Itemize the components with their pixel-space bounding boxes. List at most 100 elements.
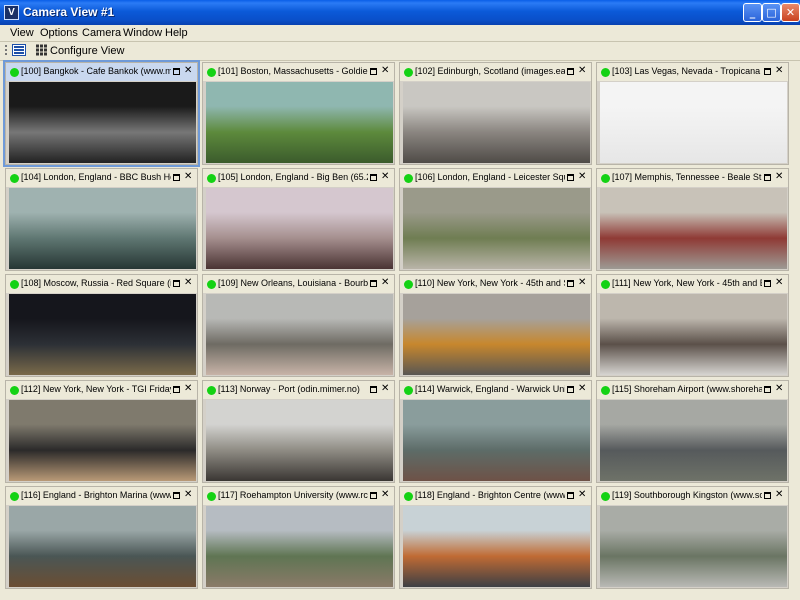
camera-cell[interactable]: [110] New York, New York - 45th and S ✕ [399,274,592,377]
camera-cell[interactable]: [116] England - Brighton Marina (www ✕ [5,486,198,589]
close-camera-icon[interactable]: ✕ [184,489,192,500]
restore-icon[interactable] [370,386,377,393]
close-camera-icon[interactable]: ✕ [381,277,389,288]
maximize-button[interactable]: □ [762,3,781,22]
menu-camera[interactable]: Camera [82,27,121,39]
camera-header[interactable]: [101] Boston, Massachusetts - Goldie G ✕ [203,63,394,81]
camera-header[interactable]: [112] New York, New York - TGI Friday ✕ [6,381,197,399]
title-bar[interactable]: V Camera View #1 _ □ ✕ [0,0,800,25]
camera-feed[interactable] [206,188,393,269]
camera-cell[interactable]: [112] New York, New York - TGI Friday ✕ [5,380,198,483]
close-camera-icon[interactable]: ✕ [578,65,586,76]
minimize-button[interactable]: _ [743,3,762,22]
menu-view[interactable]: View [10,27,34,39]
camera-header[interactable]: [119] Southborough Kingston (www.sc ✕ [597,487,788,505]
camera-header[interactable]: [114] Warwick, England - Warwick Univ ✕ [400,381,591,399]
restore-icon[interactable] [567,386,574,393]
camera-cell[interactable]: [108] Moscow, Russia - Red Square (ir ✕ [5,274,198,377]
camera-feed[interactable] [9,188,196,269]
camera-header[interactable]: [108] Moscow, Russia - Red Square (ir ✕ [6,275,197,293]
restore-icon[interactable] [173,174,180,181]
camera-feed[interactable] [9,506,196,587]
restore-icon[interactable] [567,174,574,181]
camera-feed[interactable] [403,188,590,269]
close-camera-icon[interactable]: ✕ [775,277,783,288]
camera-cell[interactable]: [107] Memphis, Tennessee - Beale Stre ✕ [596,168,789,271]
camera-feed[interactable] [206,506,393,587]
restore-icon[interactable] [173,280,180,287]
camera-header[interactable]: [117] Roehampton University (www.rc ✕ [203,487,394,505]
camera-feed[interactable] [403,400,590,481]
close-camera-icon[interactable]: ✕ [184,171,192,182]
camera-cell[interactable]: [118] England - Brighton Centre (www ✕ [399,486,592,589]
restore-icon[interactable] [567,492,574,499]
camera-feed[interactable] [9,400,196,481]
camera-feed[interactable] [600,506,787,587]
camera-cell[interactable]: [109] New Orleans, Louisiana - Bourbor ✕ [202,274,395,377]
grid-icon[interactable] [36,44,47,56]
camera-feed[interactable] [206,82,393,163]
restore-icon[interactable] [764,280,771,287]
camera-header[interactable]: [107] Memphis, Tennessee - Beale Stre ✕ [597,169,788,187]
camera-cell[interactable]: [100] Bangkok - Cafe Bankok (www.m ✕ [3,60,200,167]
camera-feed[interactable] [600,294,787,375]
camera-feed[interactable] [9,294,196,375]
camera-cell[interactable]: [111] New York, New York - 45th and B ✕ [596,274,789,377]
close-camera-icon[interactable]: ✕ [381,489,389,500]
camera-cell[interactable]: [104] London, England - BBC Bush Hou ✕ [5,168,198,271]
camera-feed[interactable] [9,82,196,163]
camera-header[interactable]: [115] Shoreham Airport (www.shoreha ✕ [597,381,788,399]
camera-cell[interactable]: [117] Roehampton University (www.rc ✕ [202,486,395,589]
restore-icon[interactable] [764,68,771,75]
camera-header[interactable]: [111] New York, New York - 45th and B ✕ [597,275,788,293]
restore-icon[interactable] [173,492,180,499]
restore-icon[interactable] [567,280,574,287]
camera-header[interactable]: [104] London, England - BBC Bush Hou ✕ [6,169,197,187]
view-list-icon[interactable] [12,44,26,56]
menu-options[interactable]: Options [40,27,78,39]
close-camera-icon[interactable]: ✕ [775,65,783,76]
camera-cell[interactable]: [115] Shoreham Airport (www.shoreha ✕ [596,380,789,483]
close-camera-icon[interactable]: ✕ [381,65,389,76]
close-camera-icon[interactable]: ✕ [578,277,586,288]
menu-window[interactable]: Window [123,27,162,39]
camera-header[interactable]: [110] New York, New York - 45th and S ✕ [400,275,591,293]
camera-header[interactable]: [100] Bangkok - Cafe Bankok (www.m ✕ [6,63,197,81]
restore-icon[interactable] [173,68,180,75]
camera-cell[interactable]: [101] Boston, Massachusetts - Goldie G ✕ [202,62,395,165]
restore-icon[interactable] [567,68,574,75]
close-camera-icon[interactable]: ✕ [775,383,783,394]
close-camera-icon[interactable]: ✕ [775,489,783,500]
camera-cell[interactable]: [103] Las Vegas, Nevada - Tropicana H ✕ [596,62,789,165]
restore-icon[interactable] [764,492,771,499]
camera-cell[interactable]: [105] London, England - Big Ben (65.2 ✕ [202,168,395,271]
close-camera-icon[interactable]: ✕ [578,383,586,394]
camera-feed[interactable] [403,82,590,163]
camera-feed[interactable] [600,82,787,163]
camera-header[interactable]: [106] London, England - Leicester Squa ✕ [400,169,591,187]
close-camera-icon[interactable]: ✕ [381,383,389,394]
restore-icon[interactable] [370,280,377,287]
camera-feed[interactable] [600,188,787,269]
camera-header[interactable]: [116] England - Brighton Marina (www ✕ [6,487,197,505]
camera-header[interactable]: [113] Norway - Port (odin.mimer.no) ✕ [203,381,394,399]
close-camera-icon[interactable]: ✕ [381,171,389,182]
restore-icon[interactable] [370,68,377,75]
close-camera-icon[interactable]: ✕ [578,171,586,182]
camera-feed[interactable] [403,506,590,587]
restore-icon[interactable] [173,386,180,393]
camera-cell[interactable]: [102] Edinburgh, Scotland (images.ear ✕ [399,62,592,165]
camera-feed[interactable] [206,400,393,481]
camera-feed[interactable] [206,294,393,375]
camera-header[interactable]: [102] Edinburgh, Scotland (images.ear ✕ [400,63,591,81]
restore-icon[interactable] [370,492,377,499]
camera-header[interactable]: [103] Las Vegas, Nevada - Tropicana H ✕ [597,63,788,81]
camera-header[interactable]: [105] London, England - Big Ben (65.2 ✕ [203,169,394,187]
camera-cell[interactable]: [106] London, England - Leicester Squa ✕ [399,168,592,271]
menu-help[interactable]: Help [165,27,188,39]
camera-feed[interactable] [403,294,590,375]
close-camera-icon[interactable]: ✕ [578,489,586,500]
close-camera-icon[interactable]: ✕ [184,383,192,394]
configure-view-button[interactable]: Configure View [50,45,124,57]
camera-feed[interactable] [600,400,787,481]
